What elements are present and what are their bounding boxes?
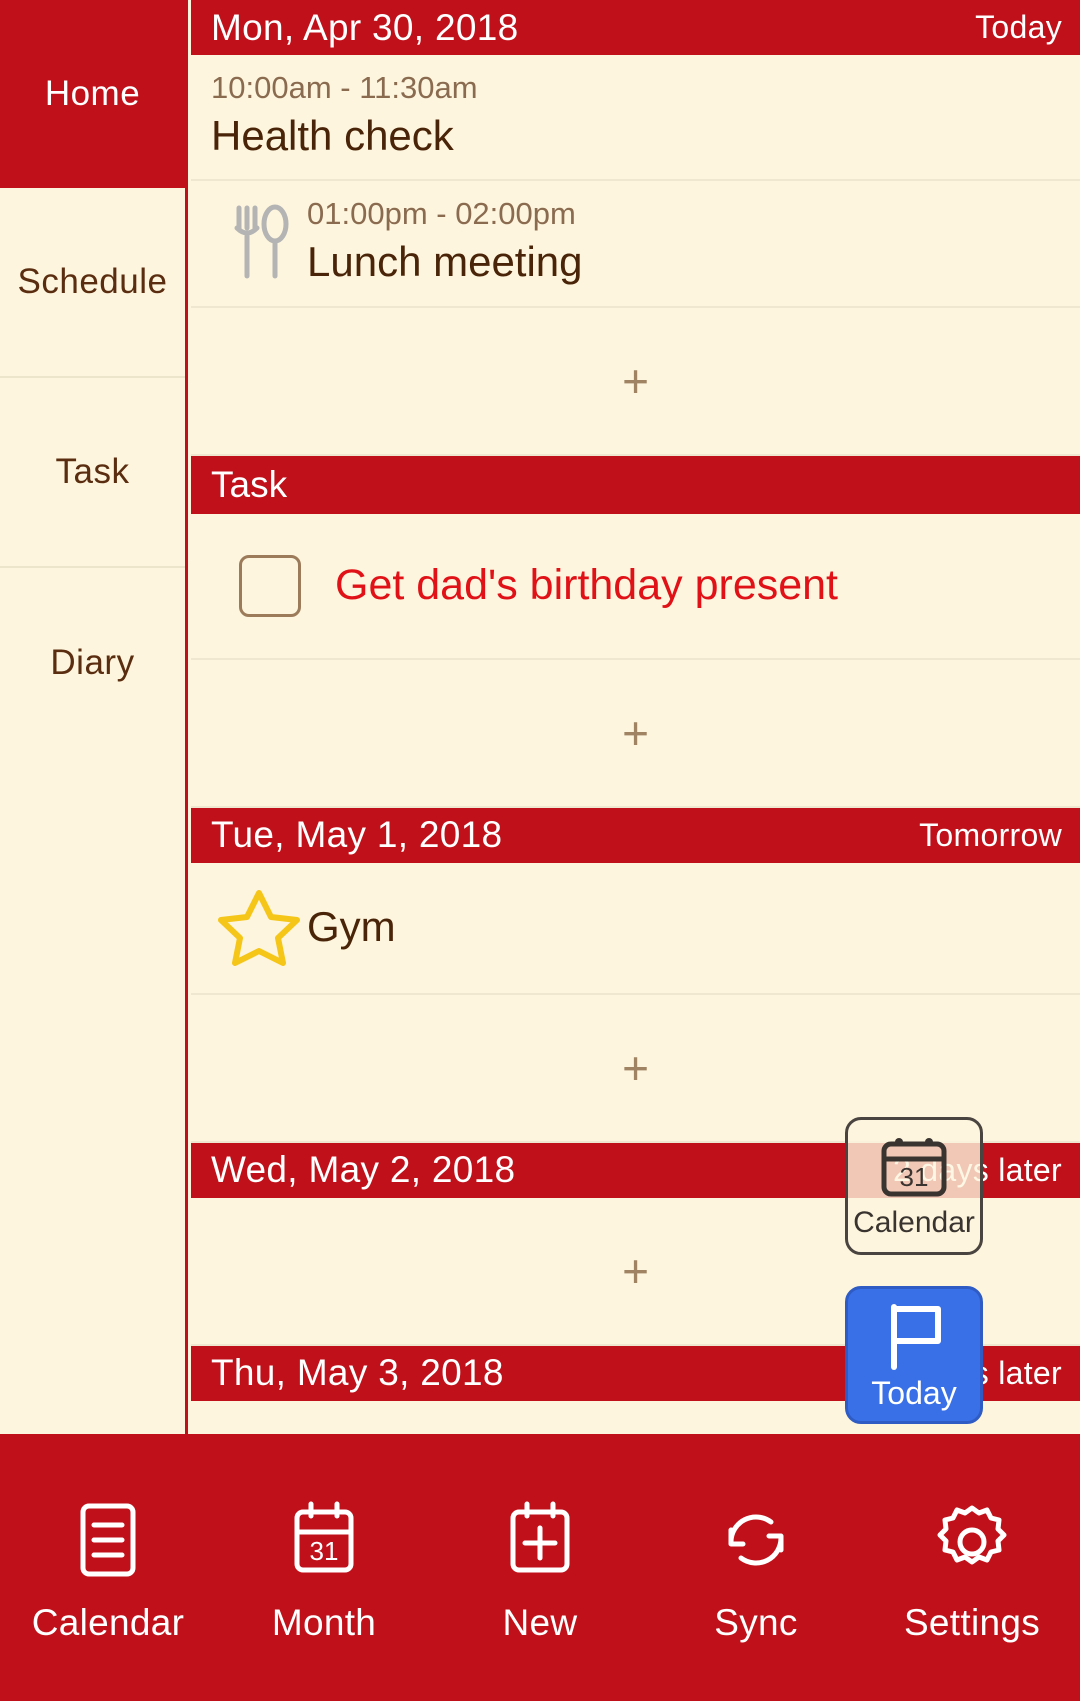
event-text: 10:00am - 11:30am Health check: [211, 67, 1060, 163]
calendar-31-icon: 31: [881, 1138, 947, 1197]
calendar-31-icon: 31: [289, 1492, 359, 1588]
nav-item-settings[interactable]: Settings: [864, 1434, 1080, 1701]
nav-label: Settings: [903, 1601, 1041, 1643]
sidebar-item-label: Diary: [50, 643, 135, 682]
nav-label: Calendar: [31, 1601, 185, 1643]
add-event-row[interactable]: +: [191, 307, 1080, 456]
nav-item-sync[interactable]: Sync: [648, 1434, 864, 1701]
plus-icon: +: [622, 1244, 649, 1297]
calendar-plus-icon: [505, 1492, 575, 1588]
task-section-header: Task: [191, 455, 1080, 514]
date-relative-label: Tomorrow: [919, 816, 1062, 853]
nav-label: New: [502, 1601, 578, 1643]
sync-icon: [717, 1492, 795, 1588]
event-icon: [211, 204, 307, 280]
floating-today-button[interactable]: Today: [845, 1286, 983, 1424]
event-row[interactable]: 01:00pm - 02:00pm Lunch meeting: [191, 181, 1080, 308]
event-text: 01:00pm - 02:00pm Lunch meeting: [307, 193, 1060, 289]
nav-item-new[interactable]: New: [432, 1434, 648, 1701]
nav-item-month[interactable]: 31 Month: [216, 1434, 432, 1701]
date-header-row[interactable]: Mon, Apr 30, 2018 Today: [191, 0, 1080, 55]
plus-icon: +: [622, 1041, 649, 1094]
sidebar: Home Schedule Task Diary: [0, 0, 188, 1434]
floating-today-label: Today: [871, 1374, 957, 1411]
date-label: Wed, May 2, 2018: [211, 1149, 516, 1191]
date-header-row[interactable]: Tue, May 1, 2018 Tomorrow: [191, 807, 1080, 863]
event-title: Lunch meeting: [307, 238, 583, 286]
task-section-label: Task: [211, 463, 288, 505]
plus-icon: +: [622, 706, 649, 759]
sidebar-item-schedule[interactable]: Schedule: [0, 188, 185, 378]
event-title: Health check: [211, 111, 454, 159]
date-label: Tue, May 1, 2018: [211, 814, 503, 856]
event-time: 01:00pm - 02:00pm: [307, 196, 576, 232]
event-row[interactable]: Gym: [191, 862, 1080, 995]
sidebar-item-task[interactable]: Task: [0, 378, 185, 568]
date-label: Mon, Apr 30, 2018: [211, 6, 519, 48]
nav-label: Sync: [714, 1601, 798, 1643]
event-text: Gym: [307, 900, 1060, 955]
cutlery-icon: [234, 204, 289, 279]
nav-item-calendar[interactable]: Calendar: [0, 1434, 216, 1701]
date-label: Thu, May 3, 2018: [211, 1352, 504, 1394]
event-time: 10:00am - 11:30am: [211, 70, 478, 105]
sidebar-item-label: Home: [44, 74, 141, 113]
svg-text:31: 31: [900, 1162, 929, 1192]
task-checkbox[interactable]: [239, 554, 301, 617]
calendar-app-screen: Home Schedule Task Diary Mon, Apr 30, 20…: [0, 0, 1080, 1701]
sidebar-item-label: Task: [55, 452, 130, 491]
task-row[interactable]: Get dad's birthday present: [191, 513, 1080, 660]
floating-calendar-label: Calendar: [853, 1206, 975, 1239]
event-icon: [211, 887, 307, 967]
sidebar-item-home[interactable]: Home: [0, 0, 185, 188]
sidebar-item-label: Schedule: [17, 262, 168, 301]
list-icon: [75, 1492, 141, 1588]
nav-label: Month: [271, 1601, 377, 1643]
sidebar-item-diary[interactable]: Diary: [0, 568, 185, 758]
gear-icon: [932, 1492, 1012, 1588]
event-title: Gym: [307, 902, 396, 950]
add-task-row[interactable]: +: [191, 659, 1080, 808]
date-relative-label: Today: [975, 9, 1062, 45]
bottom-navigation-bar: Calendar 31 Month New Sync Settings: [0, 1434, 1080, 1701]
task-label: Get dad's birthday present: [335, 561, 839, 610]
star-icon: [218, 889, 300, 966]
plus-icon: +: [622, 354, 649, 407]
event-row[interactable]: 10:00am - 11:30am Health check: [191, 55, 1080, 182]
flag-icon: [891, 1303, 941, 1370]
svg-text:31: 31: [310, 1536, 339, 1566]
floating-calendar-button[interactable]: 31 Calendar: [845, 1117, 983, 1255]
